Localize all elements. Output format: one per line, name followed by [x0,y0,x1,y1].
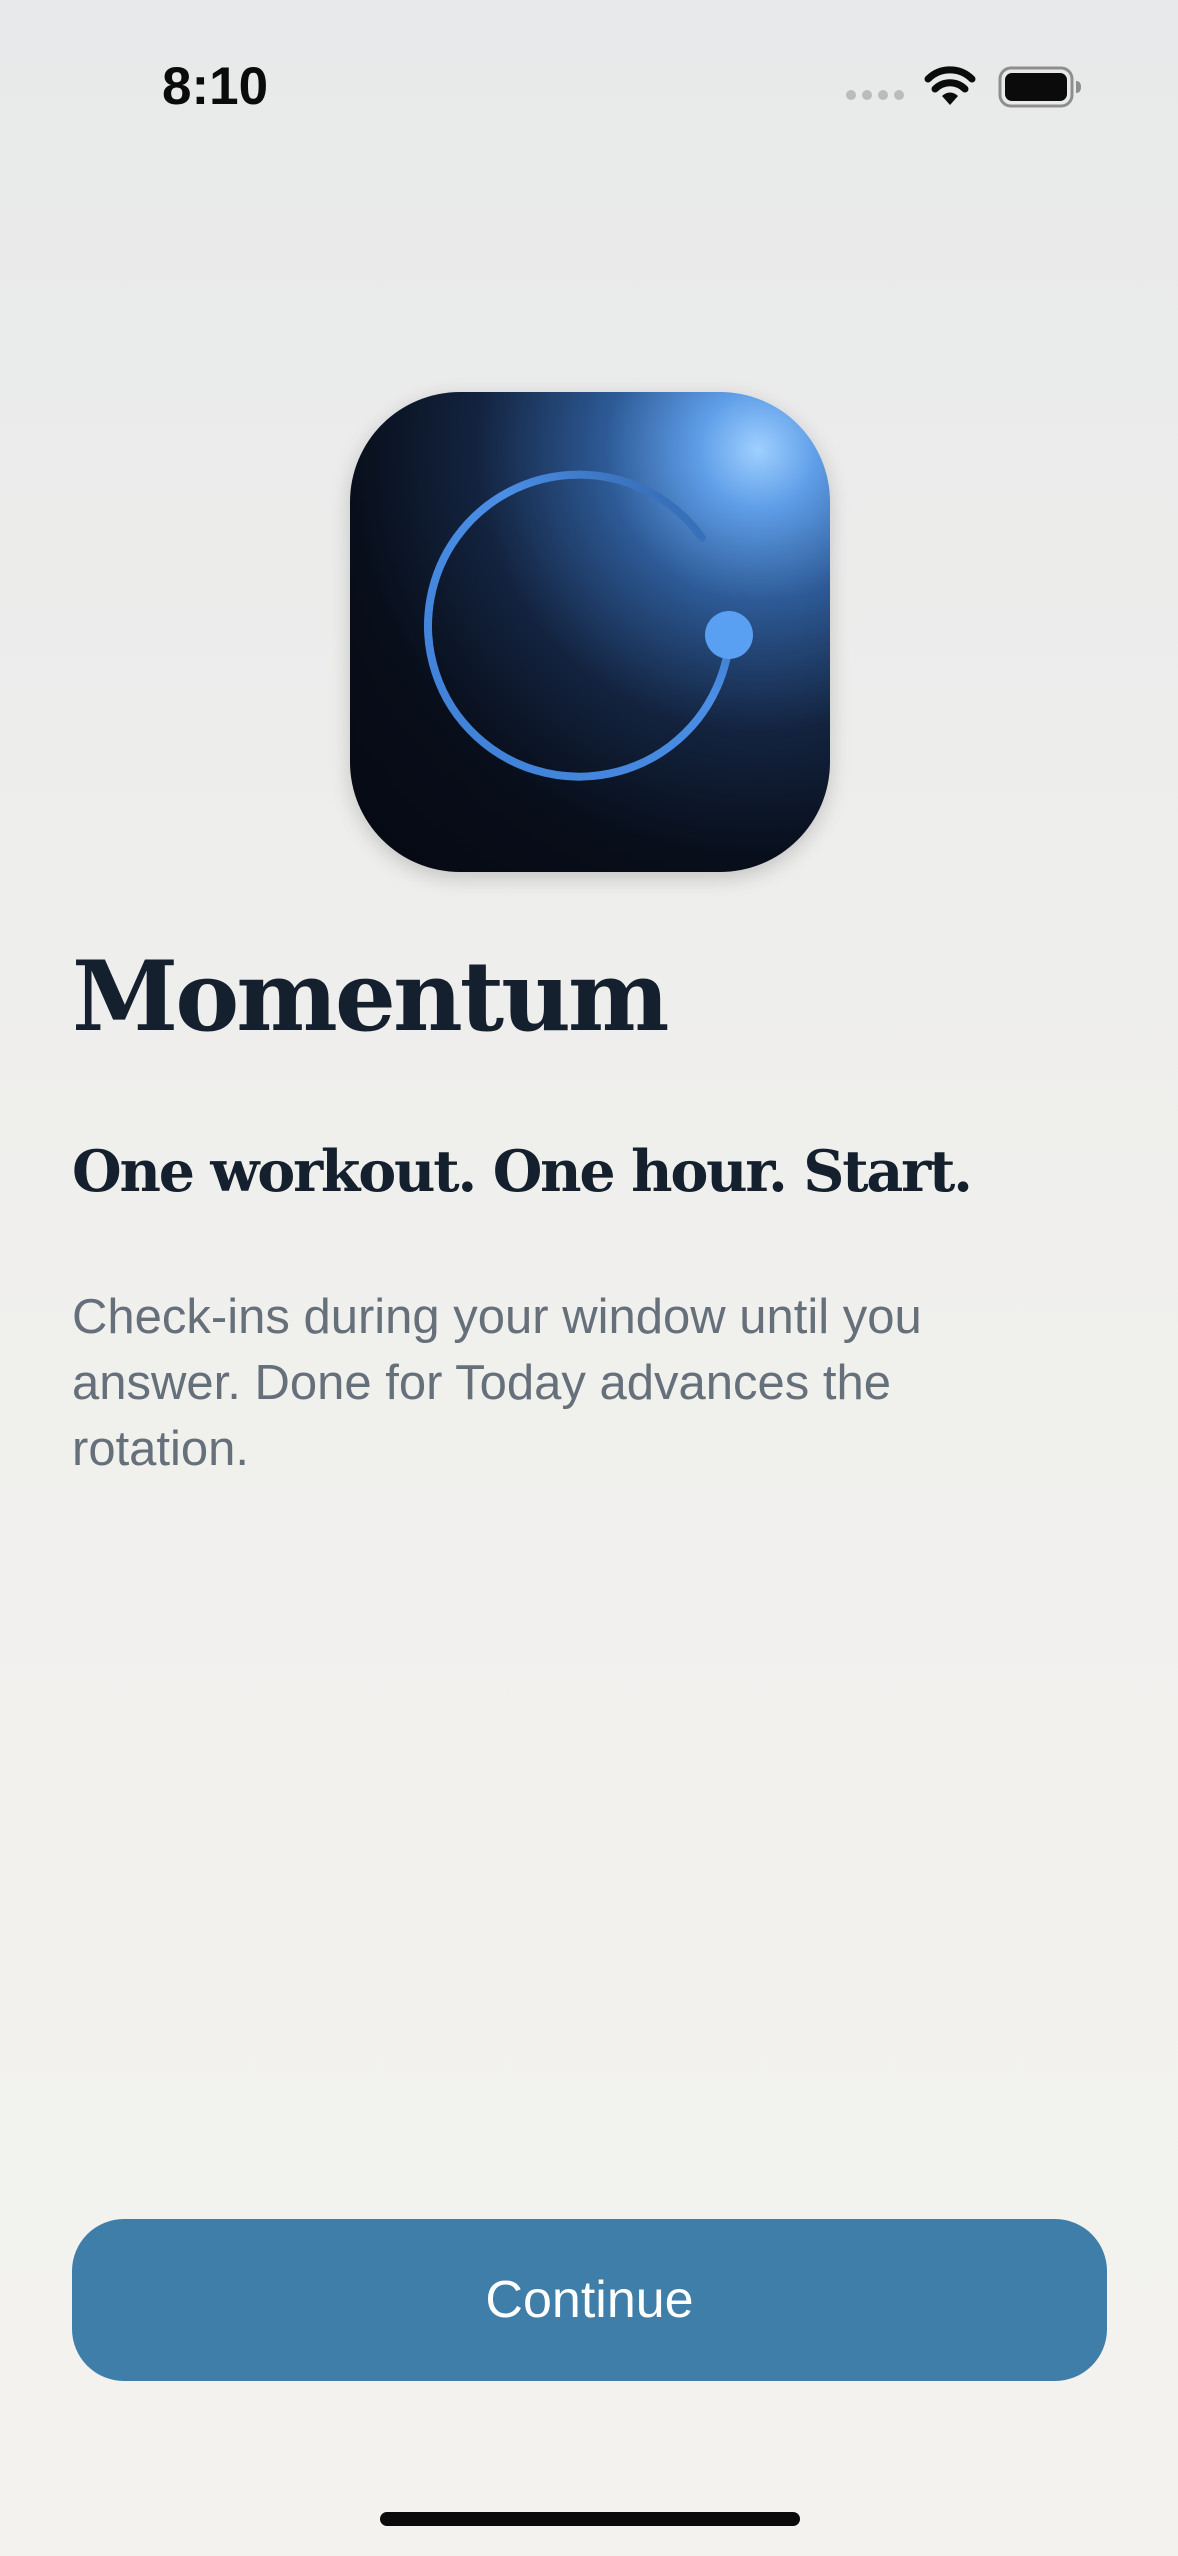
status-time: 8:10 [162,57,269,116]
momentum-logo-icon [424,470,753,781]
home-indicator[interactable] [380,2512,800,2526]
tagline: One workout. One hour. Start. [72,1138,973,1205]
onboarding-description: Check-ins during your window until you a… [72,1290,922,1476]
app-title: Momentum [72,940,669,1053]
app-icon [350,392,830,872]
cellular-signal-icon [846,90,904,100]
battery-icon [998,66,1081,108]
wifi-icon [924,66,976,105]
status-bar: 8:10 [0,0,1178,130]
continue-button[interactable]: Continue [72,2219,1107,2381]
